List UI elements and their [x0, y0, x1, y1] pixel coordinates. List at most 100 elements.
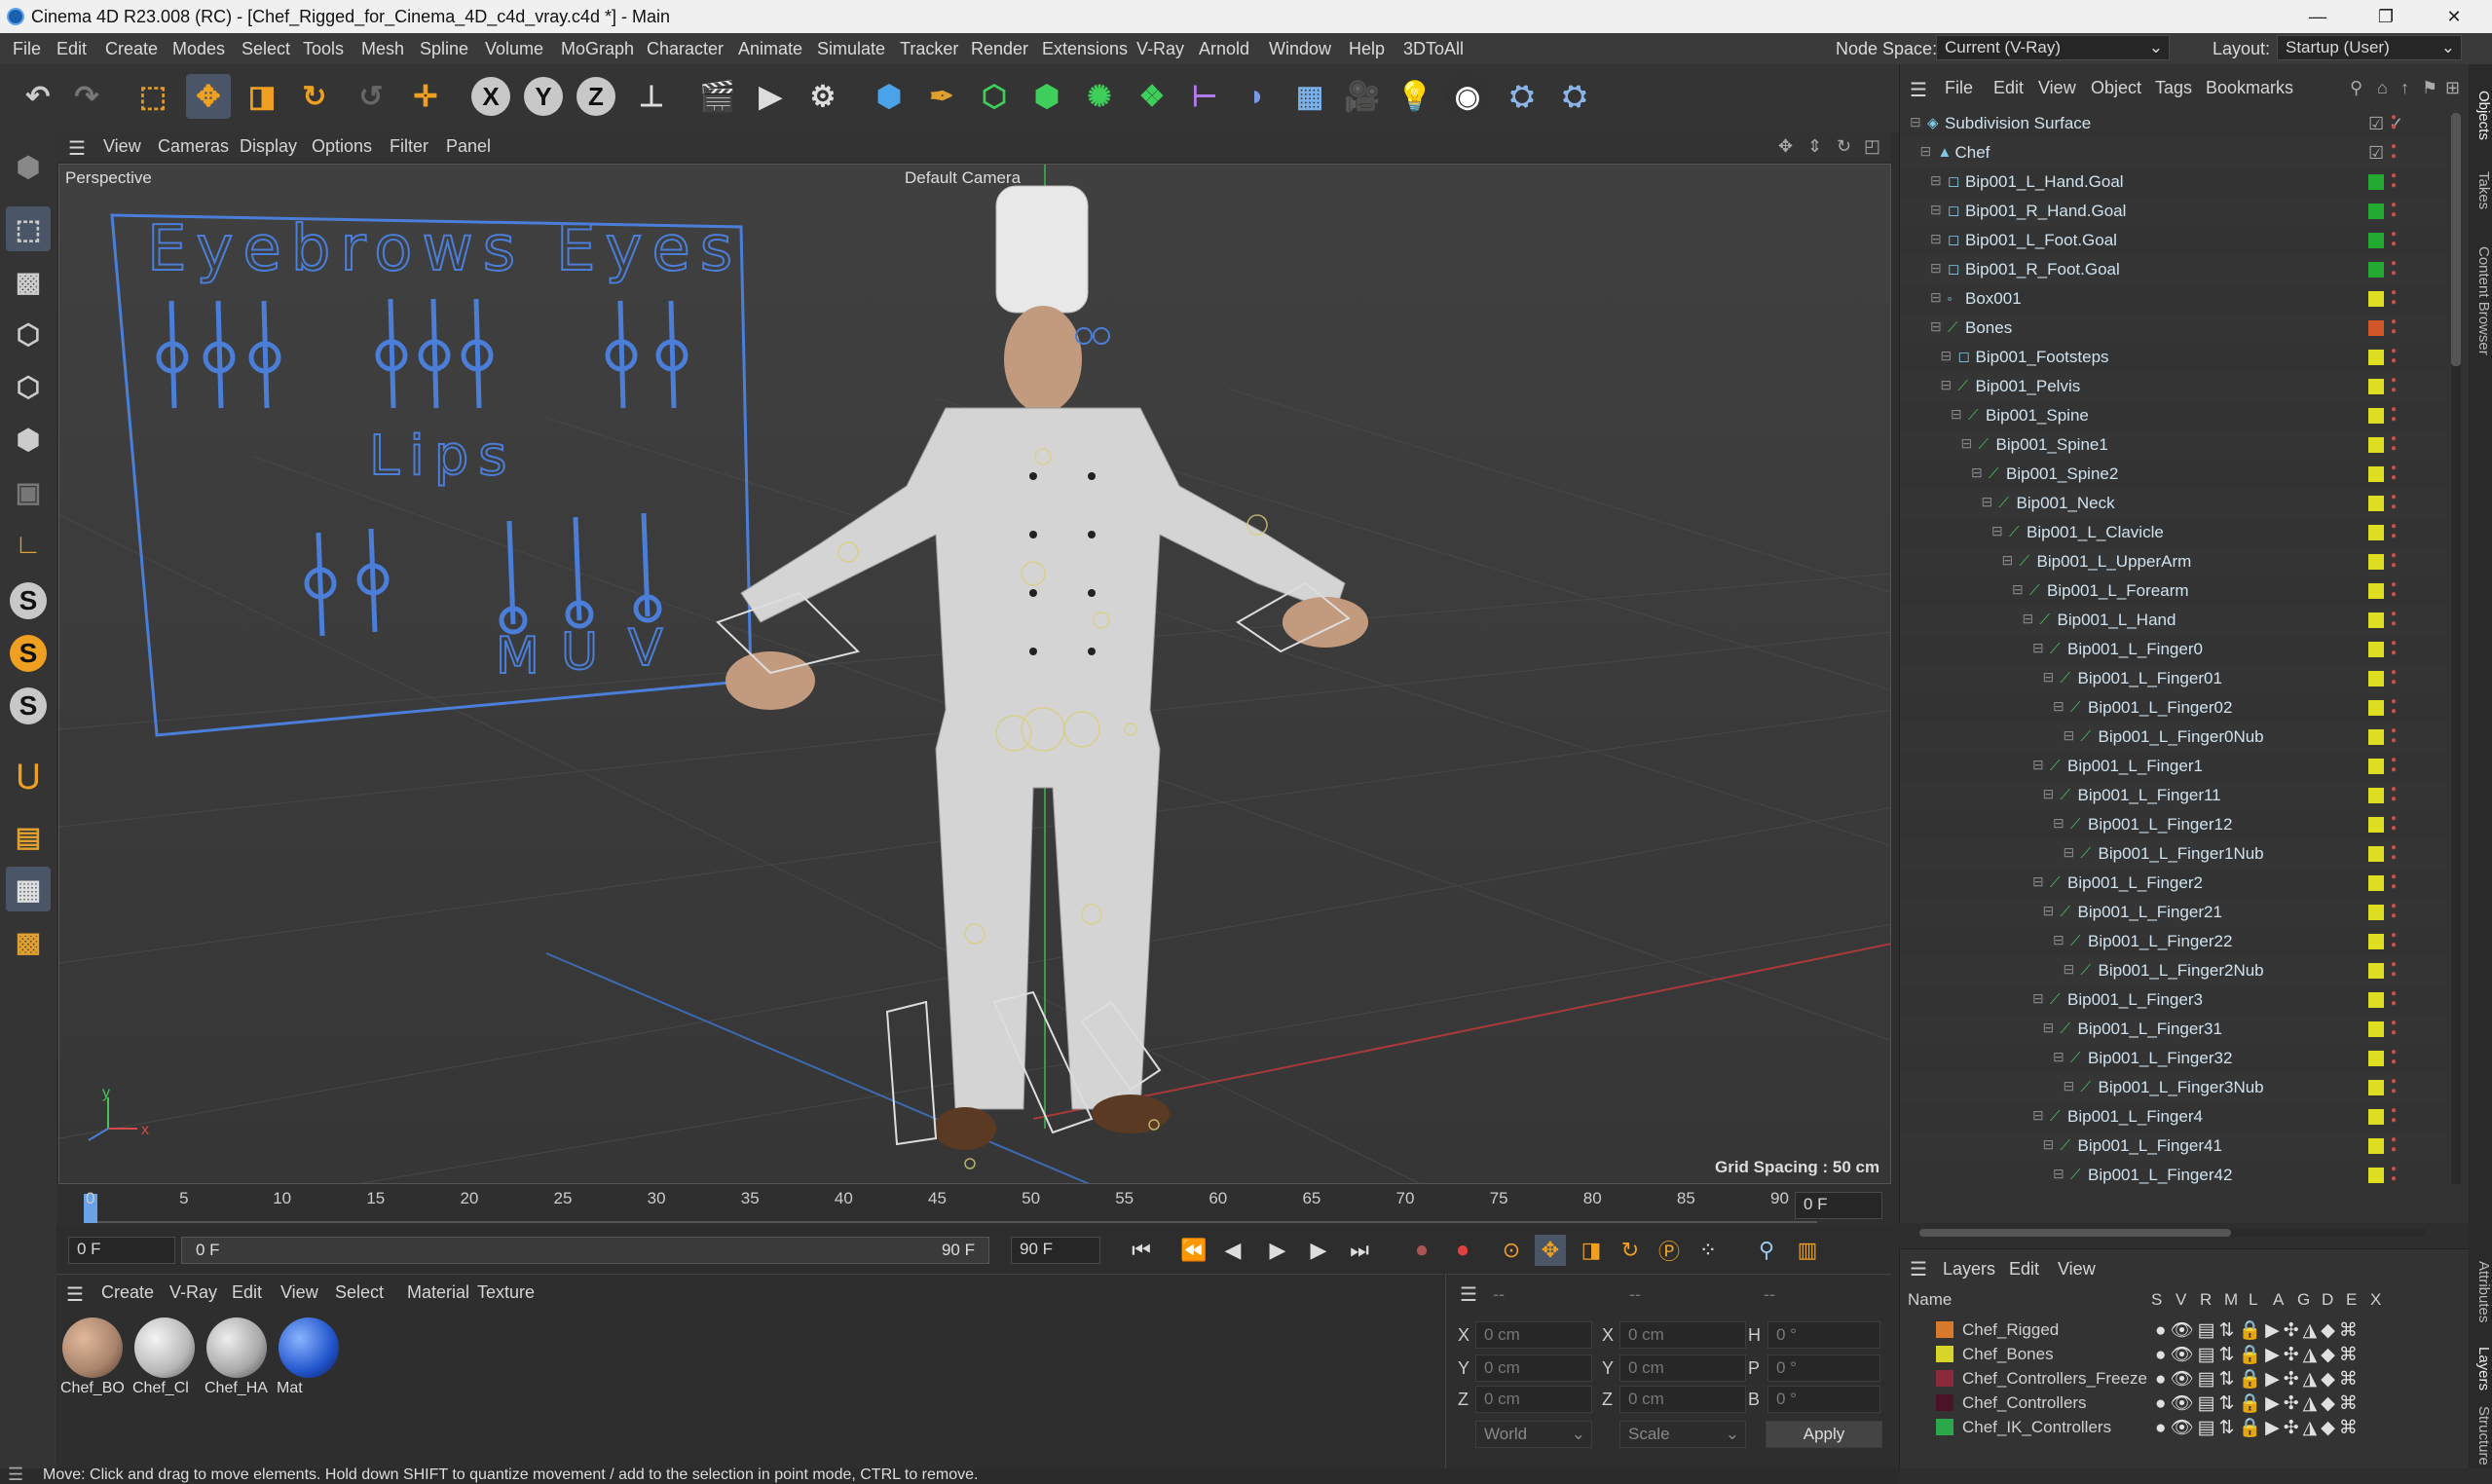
layer-color-tag[interactable]	[2368, 788, 2384, 803]
y-axis-lock-button[interactable]: Y	[524, 77, 563, 116]
model-mode-icon[interactable]: ⬚	[6, 206, 51, 251]
menu-animate[interactable]: Animate	[738, 39, 802, 59]
expand-collapse-icon[interactable]: ⊟	[1930, 289, 1942, 306]
keyframe-selection-icon[interactable]: ⊙	[1496, 1235, 1527, 1266]
object-row[interactable]: ⊟ ◻ Bip001_Footsteps ● ●	[1900, 343, 2445, 372]
material-menu-edit[interactable]: Edit	[232, 1282, 262, 1303]
object-row[interactable]: ⊟ ◻ Bip001_R_Hand.Goal ● ●	[1900, 197, 2445, 226]
play-icon[interactable]: ▶	[1262, 1235, 1293, 1266]
layer-color-tag[interactable]	[2368, 204, 2384, 219]
maximize-button[interactable]: ❐	[2357, 0, 2415, 33]
expand-collapse-icon[interactable]: ⊟	[2023, 611, 2034, 627]
object-row[interactable]: ⊟ ⟋ Bip001_L_Clavicle ● ●	[1900, 518, 2445, 547]
visibility-dots-icon[interactable]: ● ●	[2391, 201, 2399, 220]
visibility-dots-icon[interactable]: ● ●	[2391, 1135, 2399, 1155]
expand-collapse-icon[interactable]: ⊟	[2053, 1166, 2064, 1182]
coordinate-mode-dropdown[interactable]: World ⌄	[1475, 1421, 1592, 1448]
visibility-dots-icon[interactable]: ● ●	[2391, 259, 2399, 278]
object-row[interactable]: ⊟ ⟋ Bip001_L_Finger1Nub ● ●	[1900, 839, 2445, 869]
layers-menu-view[interactable]: View	[2058, 1259, 2096, 1280]
cube-primitive-icon[interactable]: ⬢	[867, 74, 911, 119]
size-y-field[interactable]: 0 cm	[1619, 1354, 1746, 1382]
visibility-dots-icon[interactable]: ● ●	[2391, 580, 2399, 600]
layer-color-tag[interactable]	[2368, 350, 2384, 365]
x-axis-lock-button[interactable]: X	[471, 77, 510, 116]
layer-color-swatch[interactable]	[1936, 1346, 1953, 1362]
timeline-ruler[interactable]: 0 5 10 15 20 25 30 35 40 45 50 55 60 65 70 75 80 85 90 0 F	[56, 1186, 1891, 1225]
layer-color-tag[interactable]	[2368, 700, 2384, 716]
expand-collapse-icon[interactable]: ⊟	[1930, 172, 1942, 189]
material-menu-create[interactable]: Create	[101, 1282, 154, 1303]
menu-mesh[interactable]: Mesh	[361, 39, 404, 59]
layer-color-tag[interactable]	[2368, 496, 2384, 511]
expand-collapse-icon[interactable]: ⊟	[2064, 1078, 2075, 1094]
layer-color-tag[interactable]	[2368, 291, 2384, 307]
viewport-menu-display[interactable]: Display	[240, 136, 297, 157]
layer-row[interactable]: Chef_IK_Controllers ●👁▤⇅🔒▶✣◮◆⌘	[1900, 1415, 2445, 1439]
layer-color-tag[interactable]	[2368, 846, 2384, 862]
layer-color-tag[interactable]	[2368, 759, 2384, 774]
layer-color-tag[interactable]	[2368, 262, 2384, 278]
expand-collapse-icon[interactable]: ⊟	[1930, 202, 1942, 218]
object-row[interactable]: ⊟ ⟋ Bip001_L_Finger01 ● ●	[1900, 664, 2445, 693]
menu-vray[interactable]: V-Ray	[1136, 39, 1184, 59]
scrollbar-thumb[interactable]	[2451, 113, 2461, 366]
expand-collapse-icon[interactable]: ⊟	[2032, 640, 2044, 656]
camera-label[interactable]: Default Camera	[905, 168, 1021, 188]
material-swatch[interactable]: Chef_BO	[60, 1316, 125, 1403]
expand-collapse-icon[interactable]: ⊟	[1991, 523, 2003, 539]
material-swatch[interactable]: Mat	[277, 1316, 341, 1403]
menu-mograph[interactable]: MoGraph	[561, 39, 634, 59]
visibility-dots-icon[interactable]: ● ●	[2391, 989, 2399, 1009]
cloner-icon[interactable]: ✺	[1077, 74, 1122, 119]
viewport-menu-cameras[interactable]: Cameras	[158, 136, 229, 157]
python-script-icon[interactable]: ⛭	[1500, 74, 1544, 119]
hamburger-menu-icon[interactable]: ☰	[1910, 1257, 1927, 1281]
object-row[interactable]: ⊟ ⟋ Bones ● ●	[1900, 314, 2445, 343]
object-tree-scrollbar[interactable]	[2451, 113, 2461, 1184]
record-icon[interactable]: ⏺	[1406, 1235, 1437, 1266]
axis-mode-icon[interactable]: ∟	[6, 522, 51, 567]
expand-collapse-icon[interactable]: ⊟	[1930, 318, 1942, 335]
object-row[interactable]: ⊟ ⟋ Bip001_L_UpperArm ● ●	[1900, 547, 2445, 576]
layer-color-tag[interactable]	[2368, 1109, 2384, 1125]
visibility-dots-icon[interactable]: ● ●	[2391, 142, 2399, 162]
expand-collapse-icon[interactable]: ⊟	[2053, 1049, 2064, 1065]
visibility-dots-icon[interactable]: ● ●	[2391, 1106, 2399, 1126]
camera-icon[interactable]: 🎥	[1340, 74, 1385, 119]
node-space-dropdown[interactable]: Current (V-Ray) ⌄	[1936, 35, 2170, 60]
material-menu-view[interactable]: View	[280, 1282, 318, 1303]
visibility-dots-icon[interactable]: ● ●	[2391, 639, 2399, 658]
point-mode-icon[interactable]: ⬡	[6, 312, 51, 356]
tab-takes[interactable]: Takes	[2469, 162, 2492, 220]
layer-color-tag[interactable]	[2368, 583, 2384, 599]
minimize-button[interactable]: —	[2288, 0, 2347, 33]
horizontal-scrollbar[interactable]	[1919, 1229, 2426, 1237]
expand-collapse-icon[interactable]: ⊟	[1982, 494, 1993, 510]
mograph-icon[interactable]: ❖	[1130, 74, 1174, 119]
close-button[interactable]: ✕	[2425, 0, 2483, 33]
maximize-view-icon[interactable]: ◰	[1864, 136, 1880, 157]
tab-attributes[interactable]: Attributes	[2469, 1248, 2492, 1336]
layer-color-swatch[interactable]	[1936, 1419, 1953, 1435]
expand-collapse-icon[interactable]: ⊟	[2043, 1136, 2055, 1153]
search-icon[interactable]: ⚲	[2350, 78, 2362, 98]
visibility-dots-icon[interactable]: ● ●	[2391, 551, 2399, 571]
expand-collapse-icon[interactable]: ⊟	[2032, 757, 2044, 773]
key-scale-icon[interactable]: ◨	[1576, 1235, 1607, 1266]
layers-menu-edit[interactable]: Edit	[2009, 1259, 2039, 1280]
live-selection-icon[interactable]: ⬚	[130, 74, 175, 119]
menu-create[interactable]: Create	[105, 39, 158, 59]
layer-flag-icons[interactable]: ●👁▤⇅🔒▶✣◮◆⌘	[2155, 1318, 2362, 1342]
current-frame-field[interactable]: 0 F	[1795, 1192, 1882, 1219]
range-slider[interactable]: 0 F 90 F	[181, 1237, 989, 1264]
object-menu-view[interactable]: View	[2038, 78, 2076, 98]
visibility-dots-icon[interactable]: ● ●	[2391, 1048, 2399, 1067]
redo-icon[interactable]: ↷	[64, 74, 109, 119]
expand-collapse-icon[interactable]: ⊟	[2064, 961, 2075, 978]
apply-button[interactable]: Apply	[1766, 1421, 1882, 1448]
object-row[interactable]: ⊟ ⟋ Bip001_L_Finger42 ● ●	[1900, 1161, 2445, 1190]
layer-color-tag[interactable]	[2368, 437, 2384, 453]
vray-icon[interactable]: ◉	[1445, 74, 1490, 119]
menu-window[interactable]: Window	[1269, 39, 1331, 59]
